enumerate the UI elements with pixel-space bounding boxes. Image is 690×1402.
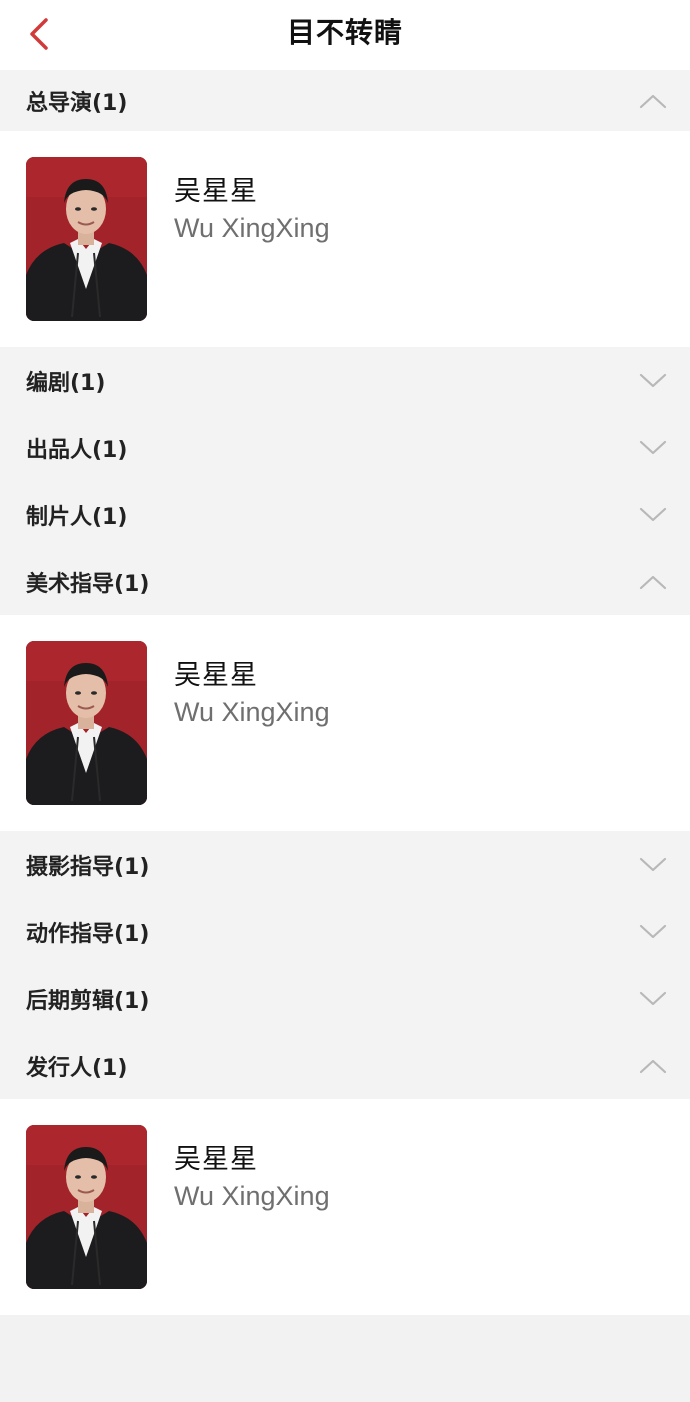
chevron-down-icon (639, 924, 667, 938)
person-latin-name: Wu XingXing (174, 697, 330, 727)
section-title: 总导演(1) (26, 90, 128, 116)
section-title: 后期剪辑(1) (26, 988, 150, 1014)
section-title: 动作指导(1) (26, 921, 150, 947)
chevron-up-icon (639, 94, 667, 108)
app-screen: 目不转睛 总导演(1) 吴星星 Wu XingXing 编剧(1) 出品人(1) 制片人(… (0, 0, 690, 1402)
person-card[interactable]: 吴星星 Wu XingXing (0, 615, 690, 831)
page-title: 目不转睛 (286, 16, 403, 49)
person-name: 吴星星 (174, 1144, 258, 1175)
section-title: 发行人(1) (26, 1055, 128, 1081)
crew-sections-list: 总导演(1) 吴星星 Wu XingXing 编剧(1) 出品人(1) 制片人(1) 美术指… (0, 70, 690, 1315)
chevron-down-icon (639, 440, 667, 454)
section-header[interactable]: 出品人(1) (0, 414, 690, 481)
section-header[interactable]: 制片人(1) (0, 481, 690, 548)
person-latin-name: Wu XingXing (174, 1181, 330, 1211)
back-button[interactable] (18, 12, 62, 56)
section-header[interactable]: 编剧(1) (0, 347, 690, 414)
section-title: 制片人(1) (26, 504, 128, 530)
chevron-down-icon (639, 857, 667, 871)
person-latin-name: Wu XingXing (174, 213, 330, 243)
avatar (26, 157, 147, 321)
chevron-down-icon (639, 507, 667, 521)
avatar (26, 1125, 147, 1289)
section-title: 出品人(1) (26, 437, 128, 463)
section-header[interactable]: 后期剪辑(1) (0, 965, 690, 1032)
chevron-down-icon (639, 373, 667, 387)
section-header[interactable]: 动作指导(1) (0, 898, 690, 965)
section-title: 编剧(1) (26, 370, 106, 396)
person-name: 吴星星 (174, 660, 258, 691)
chevron-left-icon (30, 18, 48, 50)
chevron-down-icon (639, 991, 667, 1005)
section-title: 美术指导(1) (26, 571, 150, 597)
section-header[interactable]: 总导演(1) (0, 70, 690, 131)
section-header[interactable]: 美术指导(1) (0, 548, 690, 615)
section-title: 摄影指导(1) (26, 854, 150, 880)
avatar (26, 641, 147, 805)
person-name: 吴星星 (174, 176, 258, 207)
person-card[interactable]: 吴星星 Wu XingXing (0, 1099, 690, 1315)
top-navigation-bar: 目不转睛 (0, 0, 690, 70)
chevron-up-icon (639, 1059, 667, 1073)
chevron-up-icon (639, 575, 667, 589)
person-card[interactable]: 吴星星 Wu XingXing (0, 131, 690, 347)
section-header[interactable]: 摄影指导(1) (0, 831, 690, 898)
section-header[interactable]: 发行人(1) (0, 1032, 690, 1099)
